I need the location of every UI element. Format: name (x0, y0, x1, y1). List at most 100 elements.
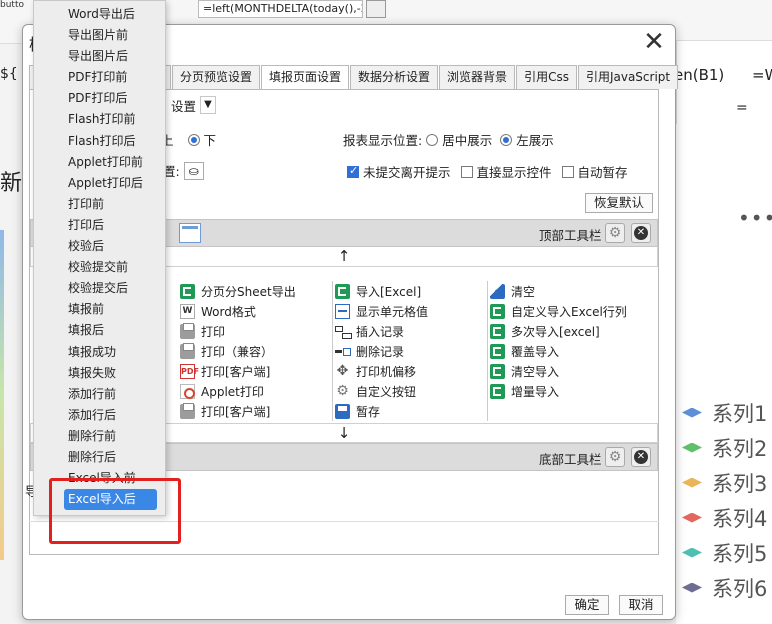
gear-icon[interactable]: ⚙ (605, 447, 625, 467)
dropdown-item[interactable]: 填报后 (34, 320, 165, 341)
dropdown-item[interactable]: 删除行前 (34, 426, 165, 447)
dropdown-item[interactable]: 打印后 (34, 215, 165, 236)
grid-button[interactable]: 打印[客户端] (178, 401, 333, 421)
tab-page-preview[interactable]: 分页预览设置 (172, 65, 261, 89)
legend-marker-icon (682, 547, 702, 558)
tab-data-analysis[interactable]: 数据分析设置 (350, 65, 439, 89)
radio-left[interactable] (500, 133, 513, 146)
dropdown-item[interactable]: PDF打印后 (34, 88, 165, 109)
grid-button-label: Word格式 (201, 304, 256, 319)
formula-input[interactable]: =left(MONTHDELTA(today(),-2 (198, 0, 363, 18)
autosave-checkbox[interactable] (561, 165, 574, 178)
grid-button[interactable]: Applet打印 (178, 381, 333, 401)
grid-button[interactable]: ⚙ 自定义按钮 (333, 381, 488, 401)
tab-browser-bg[interactable]: 浏览器背景 (439, 65, 516, 89)
tab-fill-page[interactable]: 填报页面设置 (261, 65, 350, 90)
grid-button[interactable]: 显示单元格值 (333, 301, 488, 321)
radio-center[interactable] (426, 133, 439, 146)
paint-bucket-icon[interactable]: ⛀ (183, 161, 204, 180)
grid-button[interactable]: 清空 (488, 281, 654, 301)
legend-marker-icon (682, 477, 702, 488)
grid-button-label: 自定义按钮 (356, 384, 417, 399)
dropdown-item[interactable]: Flash打印后 (34, 131, 165, 152)
excel-icon (490, 383, 505, 399)
gear-icon[interactable]: ⚙ (605, 223, 625, 243)
grid-button[interactable]: PDF 打印[客户端] (178, 361, 333, 381)
grid-button[interactable]: 分页分Sheet导出 (178, 281, 333, 301)
dropdown-item[interactable]: 填报成功 (34, 342, 165, 363)
autosave-label: 自动暂存 (577, 165, 628, 180)
dropdown-item[interactable]: Applet打印前 (34, 152, 165, 173)
grid-button[interactable]: W Word格式 (178, 301, 333, 321)
grid-button[interactable]: 多次导入[excel] (488, 321, 654, 341)
grid-button[interactable]: 增量导入 (488, 381, 654, 401)
excel-icon (490, 303, 505, 319)
grid-button-label: 打印[客户端] (201, 364, 271, 379)
calculator-icon[interactable] (366, 0, 386, 18)
grid-button[interactable]: 删除记录 (333, 341, 488, 361)
tab-javascript[interactable]: 引用JavaScript (577, 65, 679, 89)
grid-button[interactable]: 暂存 (333, 401, 488, 421)
chevron-down-icon[interactable]: ▼ (200, 96, 217, 114)
grid-button-label: Applet打印 (201, 384, 264, 399)
legend-marker-icon (682, 582, 702, 593)
grid-button[interactable]: 自定义导入Excel行列 (488, 301, 654, 321)
dropdown-item[interactable]: 打印前 (34, 194, 165, 215)
save-icon (335, 403, 350, 419)
insert-row-icon (335, 323, 352, 339)
radio-down[interactable] (187, 133, 200, 146)
report-position-group: 报表显示位置: 居中展示 左展示 (343, 130, 554, 149)
grid-button[interactable]: 导入[Excel] (333, 281, 488, 301)
dropdown-item[interactable]: 校验提交前 (34, 257, 165, 278)
legend-label: 系列4 (712, 506, 768, 531)
frame-icon[interactable] (179, 223, 201, 243)
dropdown-item[interactable]: 导出图片后 (34, 46, 165, 67)
legend-item: 系列2 (682, 430, 767, 465)
ok-button[interactable]: 确定 (565, 595, 609, 615)
word-icon: W (180, 303, 195, 319)
legend-marker-icon (682, 442, 702, 453)
grid-button[interactable]: 打印（兼容） (178, 341, 333, 361)
close-icon[interactable]: ✕ (639, 28, 669, 58)
unsubmit-checkbox[interactable] (347, 164, 359, 178)
dropdown-item[interactable]: 填报前 (34, 299, 165, 320)
excel-icon (490, 363, 505, 379)
remove-icon[interactable]: ✕ (631, 447, 651, 467)
grid-button[interactable]: ✥ 打印机偏移 (333, 361, 488, 381)
cancel-button[interactable]: 取消 (619, 595, 663, 615)
pdf-icon: PDF (180, 363, 199, 379)
dropdown-item[interactable]: Applet打印后 (34, 173, 165, 194)
legend-label: 系列3 (712, 471, 768, 496)
excel-icon (335, 283, 350, 299)
tab-css[interactable]: 引用Css (516, 65, 577, 89)
dropdown-item[interactable]: 添加行前 (34, 384, 165, 405)
dropdown-item[interactable]: Flash打印前 (34, 109, 165, 130)
direct-show-checkbox[interactable] (460, 165, 473, 178)
dropdown-item[interactable]: 填报失败 (34, 363, 165, 384)
background-heading-fragment: 新 (0, 171, 23, 196)
dropdown-item[interactable]: 校验后 (34, 236, 165, 257)
dropdown-item[interactable]: PDF打印前 (34, 67, 165, 88)
dropdown-item[interactable]: 添加行后 (34, 405, 165, 426)
legend-item: 系列6 (682, 570, 767, 605)
grid-button[interactable]: 插入记录 (333, 321, 488, 341)
dropdown-item[interactable]: 校验提交后 (34, 278, 165, 299)
grid-button-label: 插入记录 (356, 324, 405, 339)
dropdown-item[interactable]: Word导出后 (34, 4, 165, 25)
grid-row: PDF 打印[客户端] ✥ 打印机偏移 清空导入 (178, 361, 654, 381)
dropdown-item[interactable]: 导出图片前 (34, 25, 165, 46)
remove-icon[interactable]: ✕ (631, 223, 651, 243)
grid-button-label: 自定义导入Excel行列 (511, 304, 627, 319)
restore-default-button[interactable]: 恢复默认 (585, 193, 653, 213)
grid-button-label: 显示单元格值 (356, 304, 429, 319)
grid-row: 打印 插入记录 多次导入[excel] (178, 321, 654, 341)
grid-button[interactable]: 覆盖导入 (488, 341, 654, 361)
applet-icon (180, 383, 195, 399)
grid-button[interactable]: 打印 (178, 321, 333, 341)
settings-select[interactable]: 设置 ▼ (171, 95, 217, 115)
sheet-cell-text: = (736, 100, 748, 116)
legend-item: 系列1 (682, 395, 767, 430)
grid-button[interactable]: 清空导入 (488, 361, 654, 381)
dropdown-item[interactable]: 删除行后 (34, 447, 165, 468)
more-icon[interactable]: ••• (738, 206, 772, 230)
